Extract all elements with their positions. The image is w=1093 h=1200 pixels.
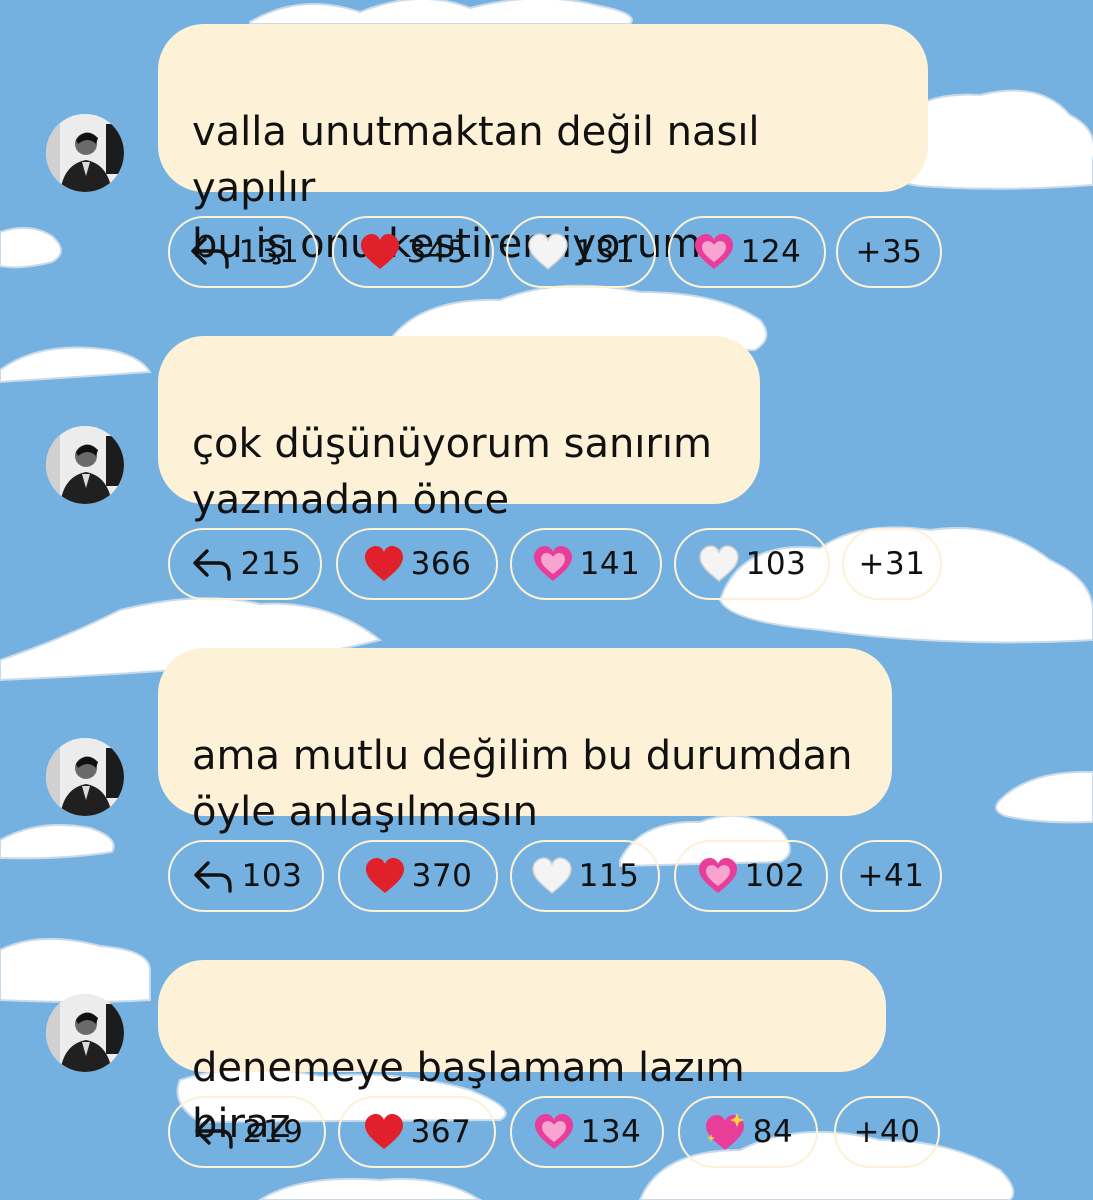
more-reactions-button[interactable]: +40	[834, 1096, 940, 1168]
reaction-count: +41	[857, 858, 925, 894]
white-heart-reaction[interactable]: 103	[674, 528, 830, 600]
red-heart-icon	[359, 233, 401, 271]
red-heart-reaction[interactable]: 366	[336, 528, 498, 600]
more-reactions-button[interactable]: +35	[836, 216, 942, 288]
user-photo-icon	[46, 738, 124, 816]
reaction-count: 102	[744, 858, 806, 894]
red-heart-icon	[363, 545, 405, 583]
reply-count-button[interactable]: 103	[168, 840, 324, 912]
red-heart-icon	[364, 857, 406, 895]
red-heart-icon	[363, 1113, 405, 1151]
reply-count-button[interactable]: 215	[168, 528, 322, 600]
sparkling-heart-icon	[703, 1112, 747, 1152]
reaction-count: 141	[579, 546, 641, 582]
pink-heart-reaction[interactable]: 134	[510, 1096, 664, 1168]
reaction-count: 215	[240, 546, 302, 582]
user-photo-icon	[46, 426, 124, 504]
user-photo-icon	[46, 994, 124, 1072]
reaction-count: 219	[242, 1114, 304, 1150]
reply-icon	[189, 545, 235, 583]
red-heart-reaction[interactable]: 345	[332, 216, 494, 288]
white-heart-icon	[531, 857, 573, 895]
message-bubble[interactable]: çok düşünüyorum sanırım yazmadan önce	[158, 336, 760, 523]
message-bubble[interactable]: ama mutlu değilim bu durumdan öyle anlaş…	[158, 648, 892, 835]
reply-count-button[interactable]: 131	[168, 216, 318, 288]
white-heart-icon	[698, 545, 740, 583]
pink-heart-icon	[697, 857, 739, 895]
avatar[interactable]	[46, 426, 124, 504]
reaction-count: 370	[411, 858, 473, 894]
pink-heart-reaction[interactable]: 124	[668, 216, 826, 288]
reply-icon	[191, 1113, 237, 1151]
sparkling-heart-reaction[interactable]: 84	[678, 1096, 818, 1168]
pink-heart-reaction[interactable]: 102	[674, 840, 828, 912]
avatar[interactable]	[46, 994, 124, 1072]
reaction-count: 366	[410, 546, 472, 582]
reaction-count: 103	[241, 858, 303, 894]
more-reactions-button[interactable]: +41	[840, 840, 942, 912]
pink-heart-icon	[693, 233, 735, 271]
reaction-count: 134	[580, 1114, 642, 1150]
message-bubble[interactable]: denemeye başlamam lazım biraz	[158, 960, 886, 1147]
reaction-count: 84	[752, 1114, 794, 1150]
reaction-count: 115	[578, 858, 640, 894]
reaction-count: 131	[574, 234, 636, 270]
pink-heart-reaction[interactable]: 141	[510, 528, 662, 600]
red-heart-reaction[interactable]: 370	[338, 840, 498, 912]
pink-heart-icon	[532, 545, 574, 583]
more-reactions-button[interactable]: +31	[842, 528, 942, 600]
red-heart-reaction[interactable]: 367	[338, 1096, 496, 1168]
avatar[interactable]	[46, 738, 124, 816]
user-photo-icon	[46, 114, 124, 192]
reaction-count: 345	[406, 234, 468, 270]
reaction-count: 131	[238, 234, 300, 270]
reaction-count: +31	[858, 546, 926, 582]
message-bubble[interactable]: valla unutmaktan değil nasıl yapılır bu …	[158, 24, 928, 267]
reaction-count: 103	[745, 546, 807, 582]
reaction-count: 367	[410, 1114, 472, 1150]
white-heart-icon	[527, 233, 569, 271]
reply-count-button[interactable]: 219	[168, 1096, 326, 1168]
reply-icon	[190, 857, 236, 895]
pink-heart-icon	[533, 1113, 575, 1151]
reply-icon	[187, 233, 233, 271]
white-heart-reaction[interactable]: 131	[506, 216, 656, 288]
avatar[interactable]	[46, 114, 124, 192]
reaction-count: +40	[853, 1114, 921, 1150]
white-heart-reaction[interactable]: 115	[510, 840, 660, 912]
reaction-count: 124	[740, 234, 802, 270]
reaction-count: +35	[855, 234, 923, 270]
